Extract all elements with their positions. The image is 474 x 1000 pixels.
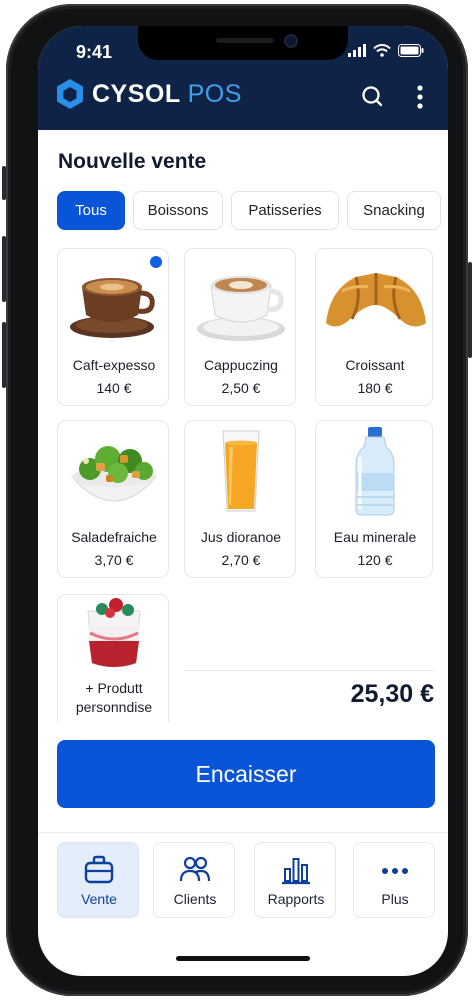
page-title: Nouvelle vente [58,150,207,173]
product-name: Croissant [345,357,405,373]
product-name: Saladefraiche [71,529,157,545]
silent-switch [2,166,6,200]
status-icons [348,44,424,57]
tab-snacking[interactable]: Snacking [347,191,441,230]
signal-icon [348,44,366,57]
product-name: Eau minerale [333,529,417,545]
custom-product-card[interactable]: + Produtt personndise [57,594,169,722]
cappuccino-cup-image [197,276,285,341]
nav-item-clients[interactable]: Clients [153,842,235,918]
total-divider [184,670,434,671]
nav-item-plus[interactable]: Plus [353,842,435,918]
nav-item-vente[interactable]: Vente [57,842,139,918]
product-price: 2,70 € [221,552,261,568]
product-card-salad[interactable]: Saladefraiche 3,70 € [57,420,169,578]
battery-icon [398,44,424,57]
product-price: 120 € [357,552,393,568]
search-icon[interactable] [360,84,384,108]
custom-product-label: + Produtt personndise [58,679,168,717]
croissant-image [326,273,426,327]
notch [138,26,348,60]
product-card-croissant[interactable]: Croissant 180 € [315,248,433,406]
product-card-cappuccino[interactable]: Cappuczing 2,50 € [184,248,296,406]
wifi-icon [373,44,391,57]
custom-product-line2: personndise [75,699,153,715]
volume-down-button [2,322,6,388]
users-icon [179,856,211,882]
more-dots-icon [382,868,408,874]
volume-up-button [2,236,6,302]
status-time: 9:41 [76,42,113,62]
app-screen: 9:41 CYSOL POS Nouvelle vente Tous Boiss… [38,26,448,976]
nav-label: Vente [81,891,117,907]
bottom-nav-divider [38,832,448,833]
parfait-glass-image [87,598,141,668]
nav-label: Rapports [267,891,325,907]
brand-suffix: POS [187,79,242,108]
product-card-espresso[interactable]: Caft-expesso 140 € [57,248,169,406]
briefcase-icon [84,855,114,884]
tab-boissons[interactable]: Boissons [133,191,223,230]
product-name: Cappuczing [204,357,278,373]
power-button [468,262,472,358]
home-indicator[interactable] [176,956,310,961]
custom-product-line1: + Produtt [85,680,143,696]
app-header: 9:41 CYSOL POS [38,26,448,130]
selected-indicator-dot [150,256,162,268]
product-price: 140 € [96,380,132,396]
nav-item-rapports[interactable]: Rapports [254,842,336,918]
orange-juice-image [222,430,260,512]
earpiece [216,38,274,43]
tab-tous[interactable]: Tous [57,191,125,230]
product-name: Jus dioranoe [200,529,282,545]
checkout-button[interactable]: Encaisser [57,740,435,808]
front-camera [284,34,298,48]
more-vertical-icon[interactable] [414,84,426,110]
product-price: 3,70 € [94,552,134,568]
product-name: Caft-expesso [72,357,156,373]
product-card-orange-juice[interactable]: Jus dioranoe 2,70 € [184,420,296,578]
phone-frame: 9:41 CYSOL POS Nouvelle vente Tous Boiss… [2,4,472,996]
cart-total: 25,30 € [350,680,434,708]
salad-bowl-image [70,446,158,502]
water-bottle-image [355,427,395,516]
product-price: 2,50 € [221,380,261,396]
category-tabs: Tous Boissons Patisseries Snacking [57,191,441,230]
nav-label: Plus [381,891,409,907]
bar-chart-icon [282,858,310,885]
app-logo: CYSOL POS [56,78,242,110]
nav-label: Clients [173,891,217,907]
product-price: 180 € [357,380,393,396]
hexagon-logo-icon [57,79,83,109]
product-card-water[interactable]: Eau minerale 120 € [315,420,433,578]
brand-name: CYSOL [92,79,181,108]
tab-patisseries[interactable]: Patisseries [231,191,339,230]
